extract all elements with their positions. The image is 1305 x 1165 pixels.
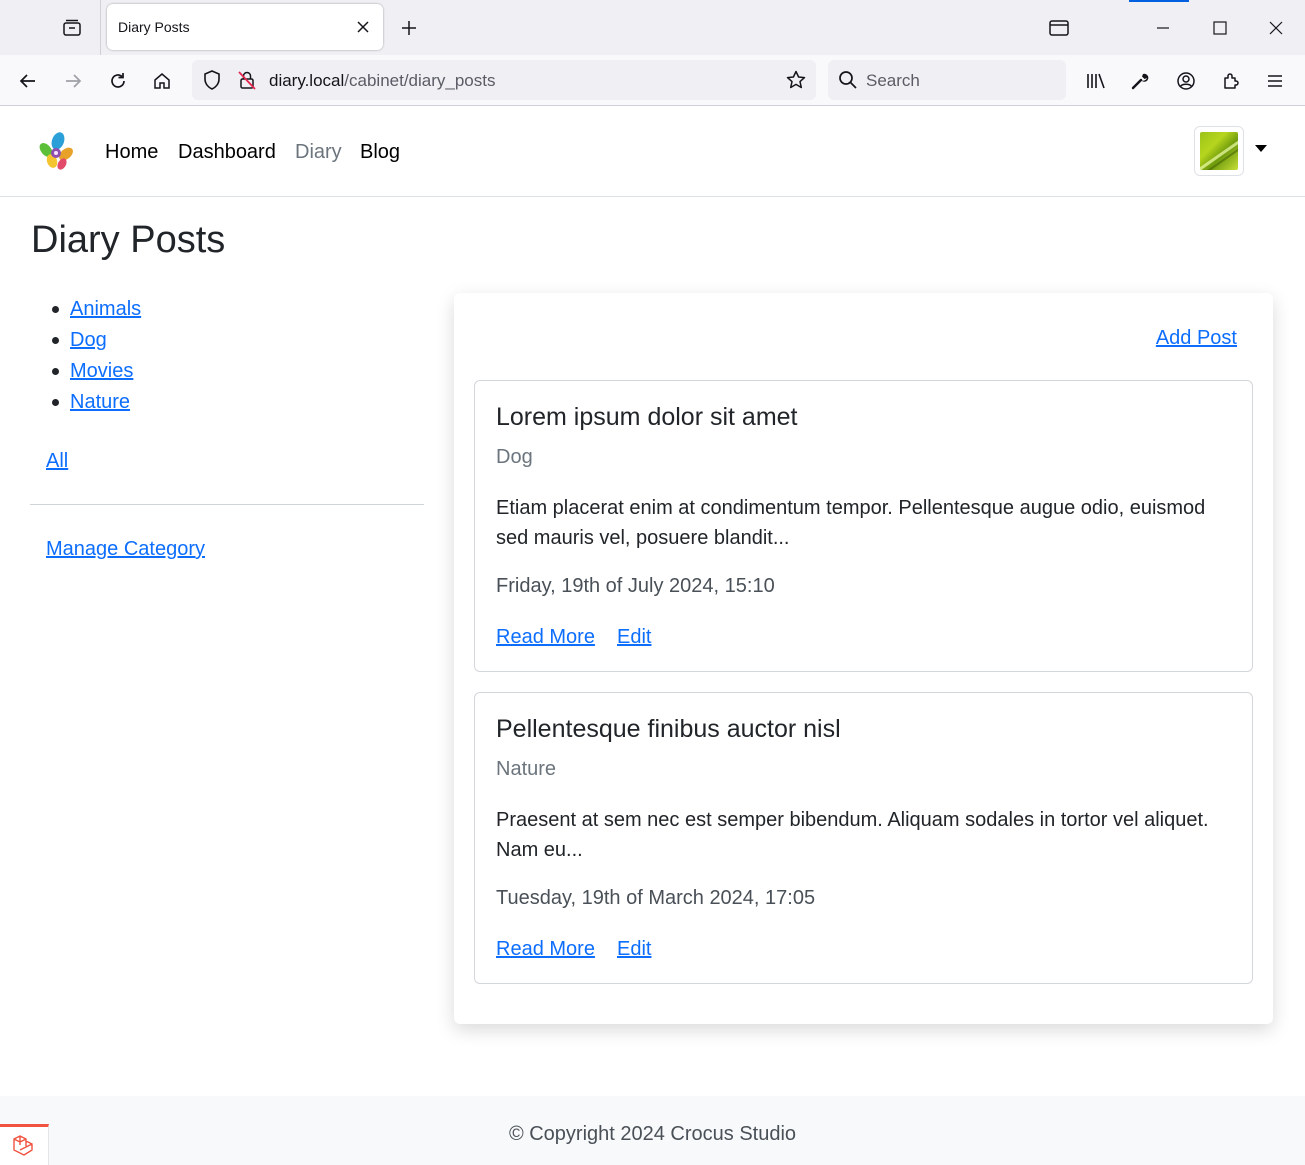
category-link-nature[interactable]: Nature	[70, 391, 130, 413]
tab-diary-posts[interactable]: Diary Posts	[107, 4, 383, 50]
browser-toolbar: diary.local/cabinet/diary_posts Search	[0, 55, 1305, 106]
tab-separator	[100, 0, 101, 55]
site-header: Home Dashboard Diary Blog	[0, 106, 1305, 197]
browser-tabstrip: Diary Posts	[0, 0, 1305, 55]
menu-icon[interactable]	[1263, 69, 1287, 93]
url-host: diary.local	[269, 71, 345, 90]
library-icon[interactable]	[1084, 69, 1108, 93]
url-bar[interactable]: diary.local/cabinet/diary_posts	[192, 60, 816, 100]
user-avatar[interactable]	[1194, 126, 1244, 176]
tab-list-icon[interactable]	[60, 16, 84, 40]
site-footer: © Copyright 2024 Crocus Studio	[0, 1096, 1305, 1165]
close-icon[interactable]	[355, 19, 371, 35]
nav-home[interactable]: Home	[105, 141, 158, 164]
laravel-debug-icon[interactable]	[0, 1124, 49, 1165]
post-excerpt: Praesent at sem nec est semper bibendum.…	[496, 809, 1209, 861]
add-post-link[interactable]: Add Post	[1156, 327, 1237, 350]
window-close-icon[interactable]	[1264, 16, 1288, 40]
search-bar[interactable]: Search	[828, 60, 1066, 100]
tab-title: Diary Posts	[118, 19, 190, 35]
category-item: Nature	[51, 389, 141, 420]
nav-blog[interactable]: Blog	[360, 141, 400, 164]
read-more-link[interactable]: Read More	[496, 626, 595, 649]
post-title: Lorem ipsum dolor sit amet	[496, 403, 798, 431]
copyright-text: © Copyright 2024 Crocus Studio	[508, 1123, 797, 1145]
category-item: Dog	[51, 327, 141, 358]
minimize-icon[interactable]	[1151, 16, 1175, 40]
category-item: Movies	[51, 358, 141, 389]
category-link-movies[interactable]: Movies	[70, 360, 133, 382]
page-title: Diary Posts	[31, 219, 226, 261]
edit-link[interactable]: Edit	[617, 626, 651, 649]
picture-window-icon[interactable]	[1047, 16, 1071, 40]
post-card: Lorem ipsum dolor sit amet Dog Etiam pla…	[474, 380, 1253, 672]
category-link-animals[interactable]: Animals	[70, 298, 141, 320]
nav-dashboard[interactable]: Dashboard	[178, 141, 276, 164]
bookmark-star-icon[interactable]	[785, 69, 807, 96]
category-list: Animals Dog Movies Nature	[51, 296, 141, 420]
shield-icon[interactable]	[201, 69, 223, 96]
posts-panel: Add Post Lorem ipsum dolor sit amet Dog …	[454, 293, 1273, 1024]
insecure-lock-icon[interactable]	[236, 69, 258, 96]
edit-link[interactable]: Edit	[617, 938, 651, 961]
new-tab-icon[interactable]	[398, 17, 420, 39]
post-date: Tuesday, 19th of March 2024, 17:05	[496, 887, 816, 909]
avatar-image	[1200, 132, 1238, 170]
category-link-all[interactable]: All	[46, 450, 68, 473]
post-title: Pellentesque finibus auctor nisl	[496, 715, 841, 743]
category-item: Animals	[51, 296, 141, 327]
url-path: /cabinet/diary_posts	[344, 71, 496, 90]
manage-category-link[interactable]: Manage Category	[46, 538, 205, 561]
forward-icon[interactable]	[61, 69, 85, 93]
post-date: Friday, 19th of July 2024, 15:10	[496, 575, 775, 597]
url-text[interactable]: diary.local/cabinet/diary_posts	[269, 71, 495, 91]
sidebar-divider	[30, 504, 424, 505]
account-icon[interactable]	[1174, 69, 1198, 93]
reload-icon[interactable]	[106, 69, 130, 93]
back-icon[interactable]	[16, 69, 40, 93]
post-card: Pellentesque finibus auctor nisl Nature …	[474, 692, 1253, 984]
post-excerpt: Etiam placerat enim at condimentum tempo…	[496, 497, 1206, 549]
search-placeholder: Search	[866, 71, 920, 90]
read-more-link[interactable]: Read More	[496, 938, 595, 961]
wrench-icon[interactable]	[1128, 69, 1152, 93]
post-category: Nature	[496, 758, 557, 780]
accent-line	[1129, 0, 1189, 2]
nav-diary[interactable]: Diary	[295, 141, 342, 164]
search-icon	[838, 70, 858, 95]
maximize-icon[interactable]	[1208, 16, 1232, 40]
category-link-dog[interactable]: Dog	[70, 329, 107, 351]
extensions-icon[interactable]	[1219, 69, 1243, 93]
home-icon[interactable]	[150, 69, 174, 93]
chevron-down-icon[interactable]	[1255, 145, 1267, 152]
crocus-logo[interactable]	[34, 130, 78, 174]
post-category: Dog	[496, 446, 533, 468]
